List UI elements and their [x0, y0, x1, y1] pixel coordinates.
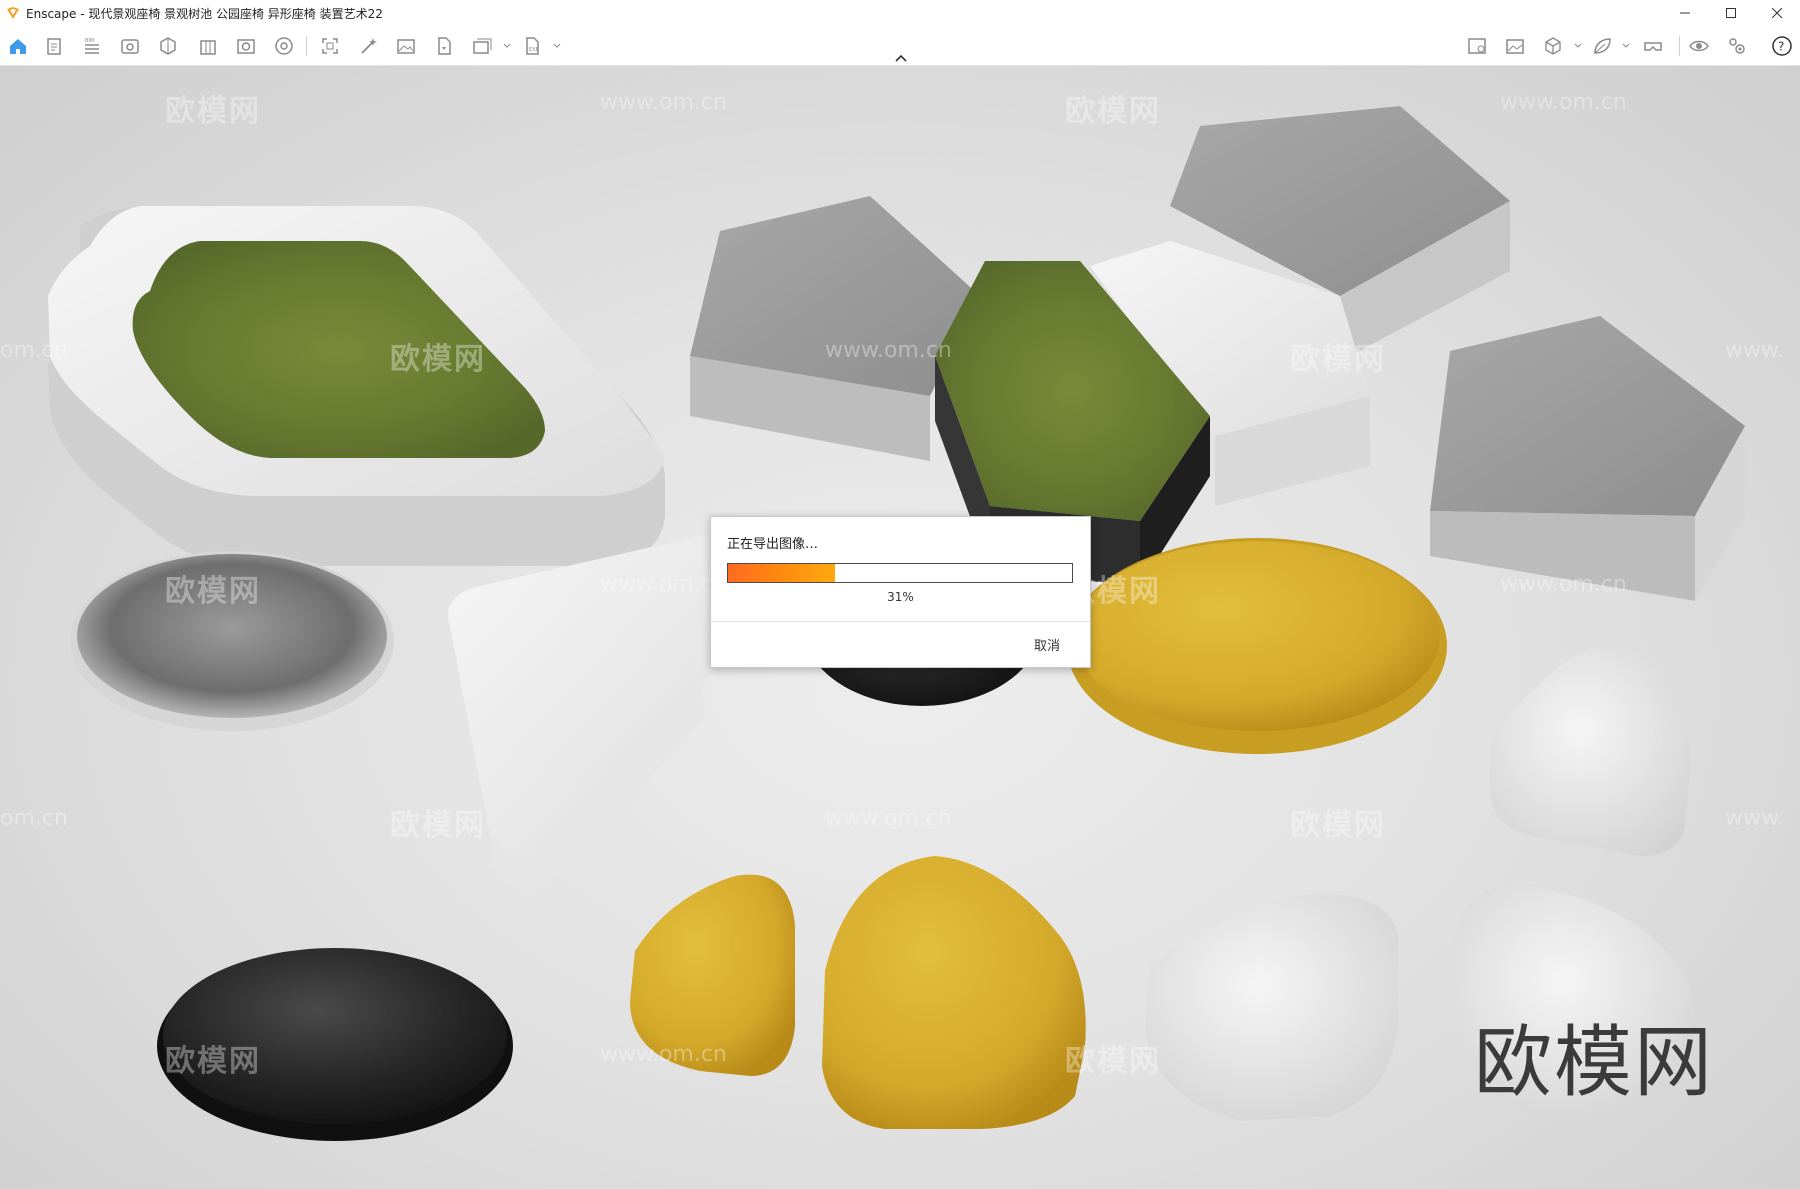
batch-render-icon[interactable] — [470, 34, 494, 58]
progress-fill — [728, 564, 835, 582]
cube-icon[interactable] — [1541, 34, 1565, 58]
tree-pit — [48, 206, 665, 566]
eye-icon[interactable] — [1687, 34, 1711, 58]
watermark-brand: 欧模网 — [390, 808, 486, 843]
maximize-button[interactable] — [1708, 0, 1754, 26]
watermark-brand: 欧模网 — [1290, 342, 1386, 377]
chevron-down-icon[interactable] — [1622, 42, 1630, 50]
image-icon[interactable] — [394, 34, 418, 58]
cancel-button[interactable]: 取消 — [1034, 635, 1060, 654]
vr-headset-icon[interactable] — [1641, 34, 1665, 58]
chevron-down-icon[interactable] — [1574, 42, 1582, 50]
white-triangle-seat — [1490, 646, 1690, 856]
watermark-url: www.om.cn — [825, 806, 952, 831]
views-icon[interactable] — [1465, 34, 1489, 58]
building-icon[interactable] — [196, 34, 220, 58]
exe-export-icon[interactable]: EXE — [520, 34, 544, 58]
watermark-brand: 欧模网 — [390, 342, 486, 377]
yellow-triangle-seat — [822, 856, 1086, 1129]
watermark-brand: 欧模网 — [1290, 808, 1386, 843]
watermark-brand: 欧模网 — [1065, 1044, 1161, 1079]
chevron-down-icon[interactable] — [503, 42, 511, 50]
progress-percent-label: 31% — [887, 590, 914, 604]
svg-text:BIM: BIM — [85, 38, 94, 44]
document-icon[interactable] — [42, 34, 66, 58]
watermark-url: www.om.cn — [600, 1042, 727, 1067]
watermark-brand: 欧模网 — [165, 94, 261, 129]
watermark-url: www. — [1725, 806, 1784, 831]
chevron-up-icon[interactable] — [892, 52, 910, 64]
minimize-icon — [1680, 12, 1690, 14]
home-icon[interactable] — [6, 34, 30, 58]
watermark-url: om.cn — [0, 806, 68, 831]
toolbar-separator — [306, 36, 307, 56]
export-progress-dialog: 正在导出图像… 31% 取消 — [710, 516, 1091, 668]
watermark-brand: 欧模网 — [165, 1044, 261, 1079]
maximize-icon — [1726, 8, 1736, 18]
progress-bar — [727, 563, 1073, 583]
watermark-url: www.om.cn — [600, 572, 727, 597]
watermark-brand: 欧模网 — [1065, 94, 1161, 129]
close-icon — [1772, 8, 1782, 18]
watermark-url: www.om.cn — [1500, 90, 1627, 115]
watermark-brand: 欧模网 — [165, 574, 261, 609]
svg-text:?: ? — [1778, 40, 1784, 54]
watermark-url: om.cn — [0, 338, 68, 363]
watermark-url: www.om.cn — [825, 338, 952, 363]
white-triangle-seat — [1145, 894, 1398, 1121]
minimize-button[interactable] — [1662, 0, 1708, 26]
settings-icon[interactable] — [1725, 34, 1749, 58]
leaf-icon[interactable] — [1590, 34, 1614, 58]
toolbar-separator — [1679, 36, 1680, 56]
chevron-down-icon[interactable] — [553, 42, 561, 50]
enscape-logo-icon — [7, 7, 19, 19]
window-title: Enscape - 现代景观座椅 景观树池 公园座椅 异形座椅 装置艺术22 — [26, 6, 383, 21]
dialog-divider — [711, 621, 1090, 622]
title-bar: Enscape - 现代景观座椅 景观树池 公园座椅 异形座椅 装置艺术22 — [0, 0, 1800, 26]
close-button[interactable] — [1754, 0, 1800, 26]
visibility-icon[interactable] — [118, 34, 142, 58]
screenshot-icon[interactable] — [318, 34, 342, 58]
info-icon[interactable] — [234, 34, 258, 58]
asset-library-icon[interactable] — [272, 34, 296, 58]
render-image-icon[interactable] — [1503, 34, 1527, 58]
bim-icon[interactable]: BIM — [80, 34, 104, 58]
svg-text:EXE: EXE — [529, 47, 539, 53]
dialog-title: 正在导出图像… — [727, 537, 819, 552]
grey-pentagon-seat — [1430, 316, 1745, 601]
section-icon[interactable] — [156, 34, 180, 58]
watermark-large-brand: 欧模网 — [1474, 1018, 1715, 1108]
magic-wand-icon[interactable] — [356, 34, 380, 58]
watermark-url: www. — [1725, 338, 1784, 363]
export-file-icon[interactable] — [432, 34, 456, 58]
watermark-url: www.om.cn — [1500, 572, 1627, 597]
help-icon[interactable]: ? — [1770, 34, 1794, 58]
watermark-url: www.om.cn — [600, 90, 727, 115]
